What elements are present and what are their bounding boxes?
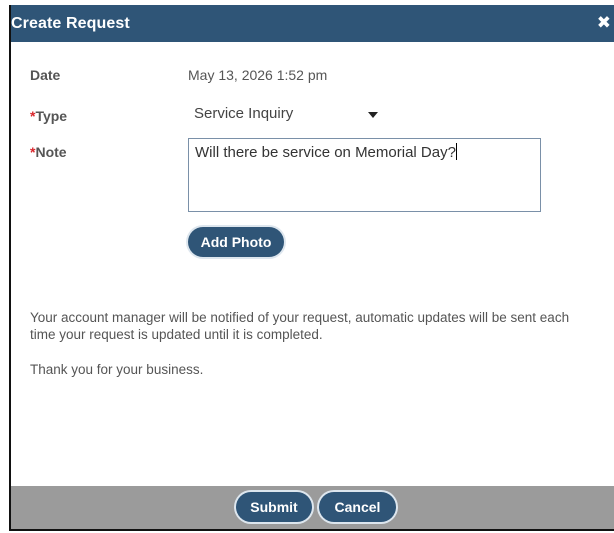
cancel-button[interactable]: Cancel — [319, 492, 396, 522]
create-request-dialog: Create Request ✖ Date May 13, 2026 1:52 … — [9, 5, 614, 531]
note-label-text: Note — [35, 144, 67, 160]
note-text: Will there be service on Memorial Day? — [195, 144, 456, 161]
dialog-titlebar: Create Request ✖ — [11, 5, 614, 42]
type-label-text: Type — [35, 108, 68, 124]
date-value: May 13, 2026 1:52 pm — [188, 67, 328, 83]
submit-button[interactable]: Submit — [236, 492, 312, 522]
chevron-down-icon — [368, 112, 378, 118]
date-label: Date — [30, 67, 61, 83]
add-photo-button[interactable]: Add Photo — [188, 227, 284, 257]
note-label: *Note — [30, 144, 67, 160]
close-icon[interactable]: ✖ — [597, 14, 611, 31]
type-select-value: Service Inquiry — [194, 105, 294, 122]
notification-message: Your account manager will be notified of… — [30, 310, 570, 342]
type-label: *Type — [30, 108, 67, 124]
dialog-title: Create Request — [11, 15, 130, 32]
text-cursor — [455, 143, 457, 160]
type-select[interactable]: Service Inquiry — [188, 100, 388, 127]
dialog-footer: Submit Cancel — [11, 486, 614, 529]
thanks-message: Thank you for your business. — [30, 362, 204, 377]
note-textarea[interactable]: Will there be service on Memorial Day? — [188, 138, 541, 212]
